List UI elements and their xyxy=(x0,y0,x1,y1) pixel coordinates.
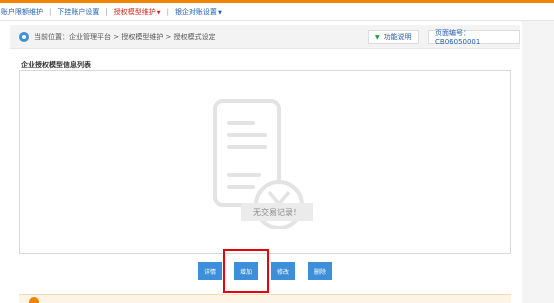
caret-down-icon: ▼ xyxy=(156,9,161,16)
nav-item-auth-model[interactable]: 授权模型维护▼ xyxy=(113,7,162,17)
breadcrumb-bar: 当前位置：企业管理平台 > 授权模型维护 > 授权模式设定 ▼ 功能说明 页面编… xyxy=(10,25,520,49)
nav-item-reconciliation[interactable]: 银企对账设置▼ xyxy=(174,7,223,17)
nav-item-sub-account[interactable]: 下挂账户设置 xyxy=(56,7,100,17)
nav-item-account-limit[interactable]: 账户限额维护 xyxy=(0,7,44,17)
modify-button[interactable]: 修改 xyxy=(271,262,295,280)
nav-item-label: 下挂账户设置 xyxy=(57,7,100,16)
nav-separator: | xyxy=(49,7,52,16)
chevron-down-icon: ▼ xyxy=(375,33,380,41)
location-icon xyxy=(19,31,29,42)
nav-separator: | xyxy=(105,7,108,16)
info-icon xyxy=(29,297,39,303)
page-number-label: 页面编号：CB06050001 xyxy=(435,29,481,46)
nav-item-label: 授权模型维护 xyxy=(113,7,156,16)
action-button-row: 详情 增加 修改 删除 xyxy=(0,262,554,280)
right-side-strip xyxy=(522,21,554,303)
nav-separator: | xyxy=(166,7,169,16)
notice-bar xyxy=(19,294,511,303)
empty-state-message: 无交易记录！ xyxy=(241,203,313,221)
delete-button[interactable]: 删除 xyxy=(308,262,332,280)
breadcrumb: 当前位置：企业管理平台 > 授权模型维护 > 授权模式设定 xyxy=(34,32,216,41)
caret-down-icon: ▼ xyxy=(217,9,222,16)
detail-button[interactable]: 详情 xyxy=(198,262,222,280)
highlight-box xyxy=(223,249,269,293)
page-number: 页面编号：CB06050001 xyxy=(428,29,520,46)
function-help-label: 功能说明 xyxy=(383,33,412,41)
nav-item-label: 银企对账设置 xyxy=(174,7,217,16)
nav-item-label: 账户限额维护 xyxy=(1,7,43,16)
top-navigation: 账户限额维护 | 下挂账户设置 | 授权模型维护▼ | 银企对账设置▼ xyxy=(0,3,554,21)
auth-model-list-panel: 无交易记录！ xyxy=(19,70,511,254)
section-title: 企业授权模型信息列表 xyxy=(21,61,91,69)
function-help-button[interactable]: ▼ 功能说明 xyxy=(368,30,419,44)
